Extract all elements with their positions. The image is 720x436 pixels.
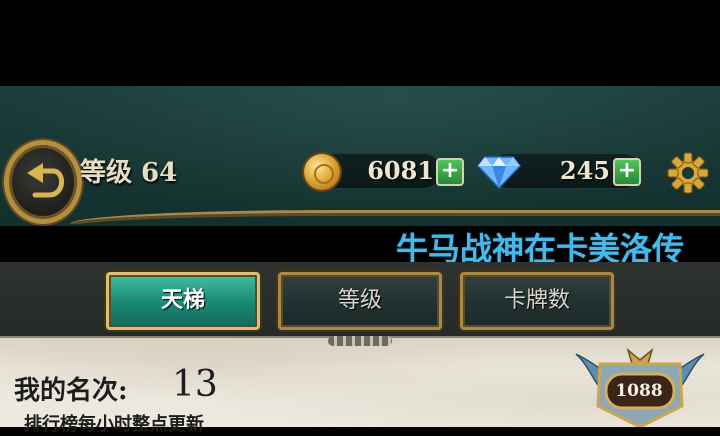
rank-update-note: 排行榜每小时整点更新 bbox=[24, 414, 204, 435]
back-arrow-icon bbox=[27, 163, 64, 198]
tab-card-count[interactable]: 卡牌数 bbox=[460, 272, 614, 330]
header-gold-trim bbox=[70, 210, 720, 224]
letterbox-top bbox=[0, 0, 720, 86]
diamond-icon bbox=[477, 156, 521, 189]
gold-amount: 6081 bbox=[367, 156, 434, 185]
add-diamond-button[interactable]: + bbox=[613, 158, 641, 186]
my-rank-label: 我的名次: bbox=[14, 376, 128, 406]
gold-coin-icon bbox=[304, 154, 340, 190]
my-rank-value: 13 bbox=[172, 364, 218, 405]
tab-ladder[interactable]: 天梯 bbox=[106, 272, 260, 330]
tab-level[interactable]: 等级 bbox=[278, 272, 442, 330]
announcement-marquee: 牛马战神在卡美洛传 bbox=[396, 230, 685, 264]
player-level: 等级 64 bbox=[80, 158, 178, 188]
rank-score: 1088 bbox=[615, 381, 663, 401]
gear-icon[interactable] bbox=[666, 151, 710, 195]
add-gold-button[interactable]: + bbox=[436, 158, 464, 186]
diamond-amount: 245 bbox=[559, 156, 610, 185]
panel-ornament bbox=[328, 336, 392, 346]
back-button[interactable] bbox=[4, 140, 82, 224]
